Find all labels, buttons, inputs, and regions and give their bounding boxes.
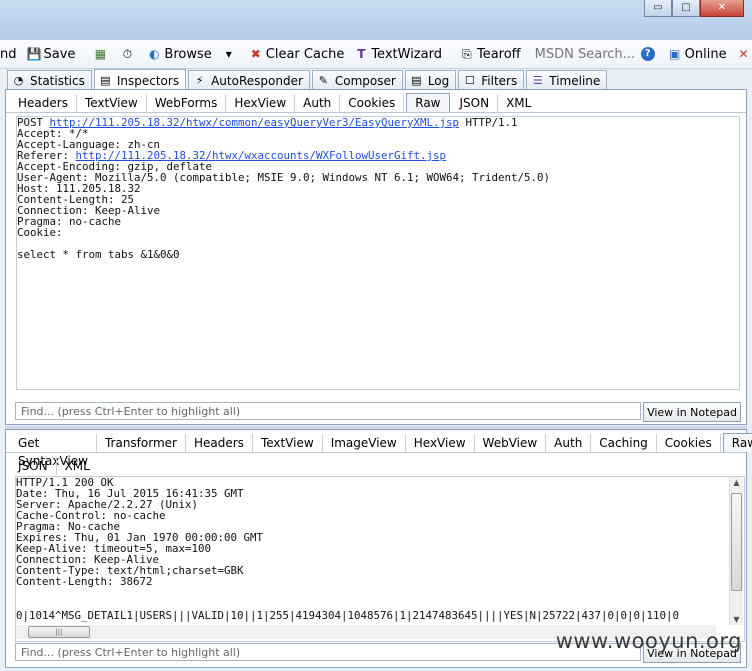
textwizard-button[interactable]: T TextWizard	[350, 47, 442, 62]
network-icon: ▣	[668, 47, 681, 61]
tab-timeline[interactable]: ☰ Timeline	[526, 70, 608, 90]
tab-autoresponder[interactable]: ⚡ AutoResponder	[188, 70, 310, 90]
browse-dropdown[interactable]: ▾	[218, 47, 239, 61]
header-pragma: Pragma: no-cache	[17, 215, 122, 228]
response-vertical-scrollbar[interactable]: ▲ ▼	[729, 477, 743, 625]
online-button[interactable]: ▣ Online	[664, 47, 727, 62]
response-raw-panel: HTTP/1.1 200 OK Date: Thu, 16 Jul 2015 16…	[15, 476, 745, 642]
request-pane: Headers TextView WebForms HexView Auth C…	[5, 89, 747, 425]
tab-raw[interactable]: Raw	[722, 433, 752, 452]
tab-transformer[interactable]: Transformer	[97, 434, 186, 452]
tab-composer[interactable]: ✎ Composer	[311, 70, 403, 90]
close-toolbar-button[interactable]: ✕	[733, 47, 752, 61]
tab-json[interactable]: JSON	[10, 457, 57, 475]
header-content-length: Content-Length: 38672	[16, 575, 153, 588]
tab-log[interactable]: ▤ Log	[404, 70, 457, 90]
close-window-button[interactable]: ✕	[700, 0, 744, 17]
response-raw-text[interactable]: HTTP/1.1 200 OK Date: Thu, 16 Jul 2015 16…	[16, 477, 726, 589]
request-view-in-notepad-button[interactable]: View in Notepad	[643, 402, 741, 422]
request-url-link[interactable]: http://111.205.18.32/htwx/common/easyQue…	[50, 117, 460, 129]
tab-cookies[interactable]: Cookies	[340, 94, 405, 112]
tab-auth[interactable]: Auth	[295, 94, 341, 112]
tab-caching[interactable]: Caching	[591, 434, 657, 452]
help-icon: ?	[640, 47, 655, 61]
scroll-up-icon[interactable]: ▲	[730, 478, 743, 487]
tab-imageview[interactable]: ImageView	[323, 434, 406, 452]
save-button[interactable]: 💾 Save	[23, 47, 76, 62]
main-tab-strip: ◔ Statistics ▤ Inspectors ⚡ AutoResponder ✎…	[0, 69, 752, 91]
statistics-icon: ◔	[13, 74, 24, 87]
clear-cache-icon: ✖	[250, 47, 261, 61]
minimize-button[interactable]: ▭	[644, 0, 672, 17]
request-line: POST http://111.205.18.32/htwx/common/ea…	[17, 116, 518, 129]
pencil-icon: ✎	[318, 74, 328, 87]
tab-hexview[interactable]: HexView	[226, 94, 296, 112]
tab-json[interactable]: JSON	[452, 94, 499, 112]
tab-headers[interactable]: Headers	[186, 434, 253, 452]
snapshot-button[interactable]: ▦	[89, 47, 110, 61]
tab-raw[interactable]: Raw	[406, 93, 450, 112]
response-tab-strip-2: JSON XML	[6, 453, 746, 475]
textwizard-icon: T	[357, 47, 366, 61]
timer-button[interactable]: ⏱	[116, 47, 137, 61]
chevron-down-icon: ▾	[225, 47, 232, 61]
header-cache-control: Cache-Control: no-cache	[16, 509, 166, 522]
request-find-row: Find... (press Ctrl+Enter to highlight a…	[15, 402, 741, 422]
header-cookie: Cookie:	[17, 226, 63, 239]
tab-cookies[interactable]: Cookies	[657, 434, 721, 452]
maximize-button[interactable]: □	[672, 0, 700, 17]
response-find-input[interactable]: Find... (press Ctrl+Enter to highlight a…	[15, 643, 641, 661]
tab-webview[interactable]: WebView	[475, 434, 547, 452]
tab-auth[interactable]: Auth	[546, 434, 592, 452]
msdn-search-input[interactable]: MSDN Search...	[535, 47, 635, 62]
tab-inspectors[interactable]: ▤ Inspectors	[93, 69, 187, 91]
timeline-icon: ☰	[532, 74, 543, 87]
response-tab-strip-1: Get SyntaxView Transformer Headers TextV…	[6, 430, 752, 468]
request-body: select * from tabs &1&0&0	[17, 248, 180, 261]
tab-webforms[interactable]: WebForms	[147, 94, 227, 112]
window-title-bar: ▭ □ ✕	[0, 0, 752, 40]
main-toolbar: nd 💾 Save ▦ ⏱ ◐ Browse ▾ ✖ Clear Cache T…	[0, 40, 752, 69]
request-tab-strip: Headers TextView WebForms HexView Auth C…	[6, 90, 746, 113]
checkbox-icon: ☐	[464, 74, 475, 87]
browse-icon: ◐	[149, 47, 160, 61]
toolbar-item-partial[interactable]: nd	[0, 47, 17, 62]
help-button[interactable]: ?	[637, 47, 658, 61]
tab-get-syntaxview[interactable]: Get SyntaxView	[10, 434, 97, 468]
log-icon: ▤	[411, 74, 422, 87]
hscroll-thumb[interactable]: |||	[28, 626, 90, 638]
scroll-thumb[interactable]	[731, 493, 742, 591]
request-raw-text[interactable]: POST http://111.205.18.32/htwx/common/ea…	[16, 116, 740, 390]
tab-textview[interactable]: TextView	[253, 434, 323, 452]
tearoff-button[interactable]: ⎘ Tearoff	[456, 47, 520, 62]
save-icon: 💾	[26, 47, 42, 61]
lightning-icon: ⚡	[195, 74, 204, 87]
tearoff-icon: ⎘	[462, 47, 472, 61]
tab-filters[interactable]: ☐ Filters	[458, 70, 525, 90]
header-connection: Connection: Keep-Alive	[17, 204, 161, 217]
browse-button[interactable]: ◐ Browse	[143, 47, 212, 62]
tab-headers[interactable]: Headers	[10, 94, 77, 112]
clear-cache-button[interactable]: ✖ Clear Cache	[245, 47, 345, 62]
timer-icon: ⏱	[122, 47, 133, 61]
request-find-input[interactable]: Find... (press Ctrl+Enter to highlight a…	[15, 402, 641, 420]
scroll-down-icon[interactable]: ▼	[730, 615, 743, 624]
response-body-line: 0|1014^MSG_DETAIL1|USERS|||VALID|10||1|2…	[16, 610, 680, 622]
tab-xml[interactable]: XML	[498, 94, 539, 112]
tab-xml[interactable]: XML	[57, 457, 98, 475]
inspectors-icon: ▤	[100, 74, 111, 87]
snapshot-icon: ▦	[94, 47, 107, 61]
close-icon: ✕	[738, 47, 749, 61]
window-controls: ▭ □ ✕	[644, 0, 744, 17]
tab-hexview[interactable]: HexView	[406, 434, 475, 452]
watermark: www.wooyun.org	[555, 629, 742, 653]
tab-statistics[interactable]: ◔ Statistics	[7, 70, 92, 90]
tab-textview[interactable]: TextView	[77, 94, 147, 112]
